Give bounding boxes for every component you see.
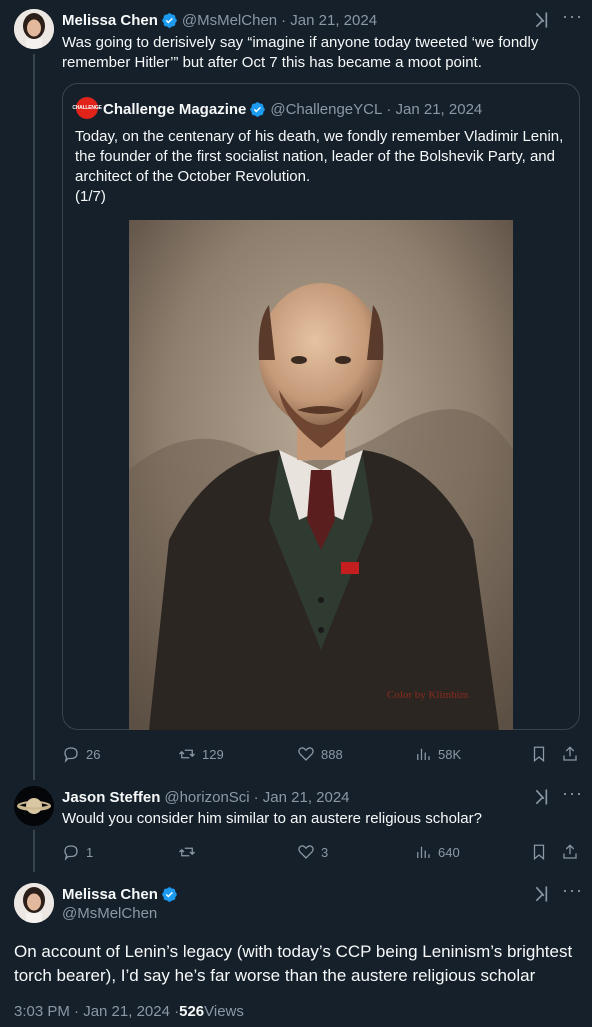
thread-line	[33, 54, 35, 780]
retweet-button[interactable]	[178, 843, 202, 861]
share-button[interactable]	[561, 843, 579, 861]
retweet-icon	[179, 749, 195, 759]
share-button[interactable]	[561, 745, 579, 763]
retweet-icon	[179, 847, 195, 857]
author-handle[interactable]: @MsMelChen	[62, 905, 157, 922]
bookmark-icon	[533, 746, 545, 763]
share-icon	[563, 746, 577, 761]
quote-author-name[interactable]: Challenge Magazine	[103, 101, 246, 118]
grok-icon[interactable]	[533, 787, 553, 807]
quote-text-line: architect of the October Revolution.	[75, 168, 311, 185]
views-button[interactable]: 58K	[414, 745, 461, 763]
more-options-icon[interactable]: ···	[562, 6, 583, 27]
bookmark-button[interactable]	[530, 843, 548, 861]
verified-icon	[161, 886, 178, 903]
quote-text-line: (1/7)	[75, 188, 106, 205]
thread-line	[33, 830, 35, 872]
like-count: 3	[321, 844, 329, 860]
reply-icon	[64, 845, 78, 861]
tweet-text: Would you consider him similar to an aus…	[62, 810, 482, 827]
heart-icon	[298, 747, 314, 761]
views-count: 58K	[438, 746, 462, 762]
avatar[interactable]	[14, 883, 54, 923]
like-button[interactable]: 3	[297, 843, 328, 861]
quote-image[interactable]: Color by Klimbim	[129, 220, 513, 730]
quote-author-handle[interactable]: @ChallengeYCL	[270, 101, 382, 118]
verified-icon	[249, 101, 266, 118]
verified-icon	[161, 12, 178, 29]
heart-icon	[298, 845, 314, 859]
grok-icon[interactable]	[533, 884, 553, 904]
quote-text-line: Today, on the centenary of his death, we…	[75, 128, 564, 145]
view-count: 526	[179, 1003, 205, 1020]
views-icon	[417, 748, 430, 760]
views-button[interactable]: 640	[414, 843, 460, 861]
grok-icon[interactable]	[533, 10, 553, 30]
reply-count: 1	[86, 844, 94, 860]
tweet-header: Melissa Chen @MsMelChen · Jan 21, 2024	[62, 10, 377, 30]
avatar[interactable]	[14, 786, 54, 826]
author-handle[interactable]: @horizonSci	[164, 789, 249, 806]
author-name[interactable]: Jason Steffen	[62, 789, 160, 806]
challenge-logo: CHALLENGE	[72, 97, 102, 119]
views-icon	[417, 846, 430, 858]
main-tweet-text: On account of Lenin’s legacy (with today…	[14, 940, 584, 988]
views-count: 640	[438, 844, 460, 860]
share-icon	[563, 844, 577, 859]
reply-icon	[64, 747, 78, 763]
bookmark-button[interactable]	[530, 745, 548, 763]
tweet-meta: 3:03 PM · Jan 21, 2024 · 526 Views	[14, 1003, 244, 1020]
main-text-line: On account of Lenin’s legacy (with today…	[14, 942, 573, 961]
reply-button[interactable]: 26	[62, 745, 100, 763]
like-button[interactable]: 888	[297, 745, 343, 763]
quoted-tweet[interactable]: CHALLENGE Challenge Magazine @ChallengeY…	[62, 83, 580, 730]
tweet-date[interactable]: · Jan 21, 2024	[254, 789, 350, 806]
author-handle[interactable]: @MsMelChen	[182, 12, 277, 29]
retweet-button[interactable]: 129	[178, 745, 224, 763]
quote-text-line: the founder of the first socialist natio…	[75, 148, 555, 165]
more-options-icon[interactable]: ···	[562, 783, 583, 804]
quote-text: Today, on the centenary of his death, we…	[75, 127, 575, 207]
main-text-line: torch bearer), I’d say he’s far worse th…	[14, 966, 536, 985]
author-name[interactable]: Melissa Chen	[62, 12, 158, 29]
views-label: Views	[204, 1003, 244, 1020]
more-options-icon[interactable]: ···	[562, 880, 583, 901]
like-count: 888	[321, 746, 343, 762]
author-name[interactable]: Melissa Chen	[62, 886, 158, 903]
tweet-text: Was going to derisively say “imagine if …	[62, 34, 539, 71]
image-caption: Color by Klimbim	[387, 689, 469, 701]
avatar[interactable]	[14, 9, 54, 49]
reply-button[interactable]: 1	[62, 843, 93, 861]
retweet-count: 129	[202, 746, 224, 762]
tweet-date[interactable]: · Jan 21, 2024	[281, 12, 377, 29]
quote-date[interactable]: · Jan 21, 2024	[386, 101, 482, 118]
bookmark-icon	[533, 844, 545, 861]
tweet-timestamp[interactable]: 3:03 PM · Jan 21, 2024 ·	[14, 1003, 179, 1020]
reply-count: 26	[86, 746, 101, 762]
